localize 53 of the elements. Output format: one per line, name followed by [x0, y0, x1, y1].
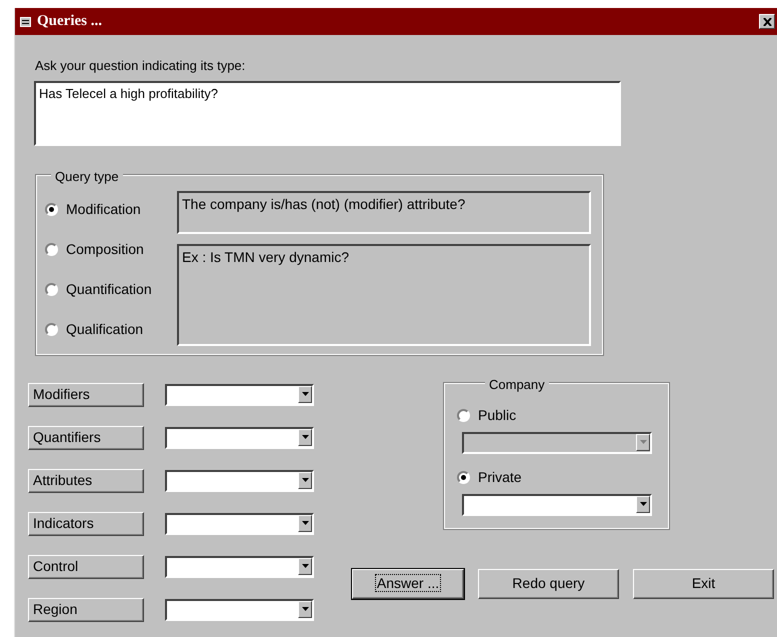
- selector-button[interactable]: Control: [28, 554, 144, 578]
- selector-button[interactable]: Region: [28, 598, 144, 622]
- radio-button[interactable]: [45, 243, 58, 256]
- caret-icon: [302, 521, 308, 525]
- radio-option[interactable]: Qualification: [45, 310, 144, 350]
- caret-icon: [302, 392, 308, 396]
- question-field[interactable]: Has Telecel a high profitability?: [34, 80, 621, 146]
- caret-icon: [640, 440, 646, 444]
- selector-button[interactable]: Modifiers: [28, 382, 144, 406]
- dropdown-button[interactable]: [298, 386, 312, 402]
- radio-option[interactable]: Quantification: [45, 270, 152, 310]
- caret-icon: [640, 502, 646, 506]
- action-button[interactable]: Answer ...: [352, 568, 464, 598]
- dropdown-field[interactable]: [165, 556, 314, 578]
- selector-button[interactable]: Quantifiers: [28, 426, 144, 450]
- dropdown-field[interactable]: [165, 426, 314, 448]
- radio-button[interactable]: [457, 471, 470, 484]
- dropdown-button[interactable]: [298, 428, 312, 446]
- caret-icon: [302, 435, 308, 439]
- caret-icon: [302, 607, 308, 611]
- dropdown-field[interactable]: [165, 512, 314, 534]
- caret-icon: [302, 564, 308, 568]
- selector-button[interactable]: Indicators: [28, 512, 144, 536]
- close-button[interactable]: [759, 14, 775, 29]
- radio-option[interactable]: Modification: [45, 190, 141, 230]
- selector-button[interactable]: Attributes: [28, 468, 144, 492]
- example-box: Ex : Is TMN very dynamic?: [177, 244, 591, 346]
- close-icon: [762, 18, 772, 26]
- radio-option[interactable]: Composition: [45, 230, 144, 270]
- pattern-box: The company is/has (not) (modifier) attribute?: [177, 190, 591, 234]
- caret-icon: [302, 478, 308, 482]
- radio-button[interactable]: [45, 283, 58, 296]
- dropdown-button[interactable]: [298, 472, 312, 488]
- action-button[interactable]: Exit: [633, 568, 774, 598]
- dropdown-field[interactable]: [165, 384, 314, 406]
- radio-option[interactable]: Public: [457, 402, 516, 430]
- question-label: Ask your question indicating its type:: [35, 57, 246, 75]
- radio-button[interactable]: [45, 323, 58, 336]
- action-button[interactable]: Redo query: [478, 568, 619, 598]
- radio-option[interactable]: Private: [457, 464, 522, 492]
- dropdown-field[interactable]: [165, 598, 314, 620]
- dropdown-field[interactable]: [462, 494, 652, 516]
- dropdown-button[interactable]: [298, 514, 312, 532]
- radio-button[interactable]: [457, 409, 470, 422]
- window-title: Queries ...: [37, 12, 102, 32]
- dropdown-button[interactable]: [636, 434, 650, 450]
- dropdown-field[interactable]: [165, 470, 314, 492]
- dropdown-button[interactable]: [636, 496, 650, 512]
- dropdown-button[interactable]: [298, 600, 312, 618]
- form-icon: [20, 16, 31, 26]
- dropdown-button[interactable]: [298, 558, 312, 574]
- radio-button[interactable]: [45, 203, 58, 216]
- dropdown-field[interactable]: [462, 432, 652, 454]
